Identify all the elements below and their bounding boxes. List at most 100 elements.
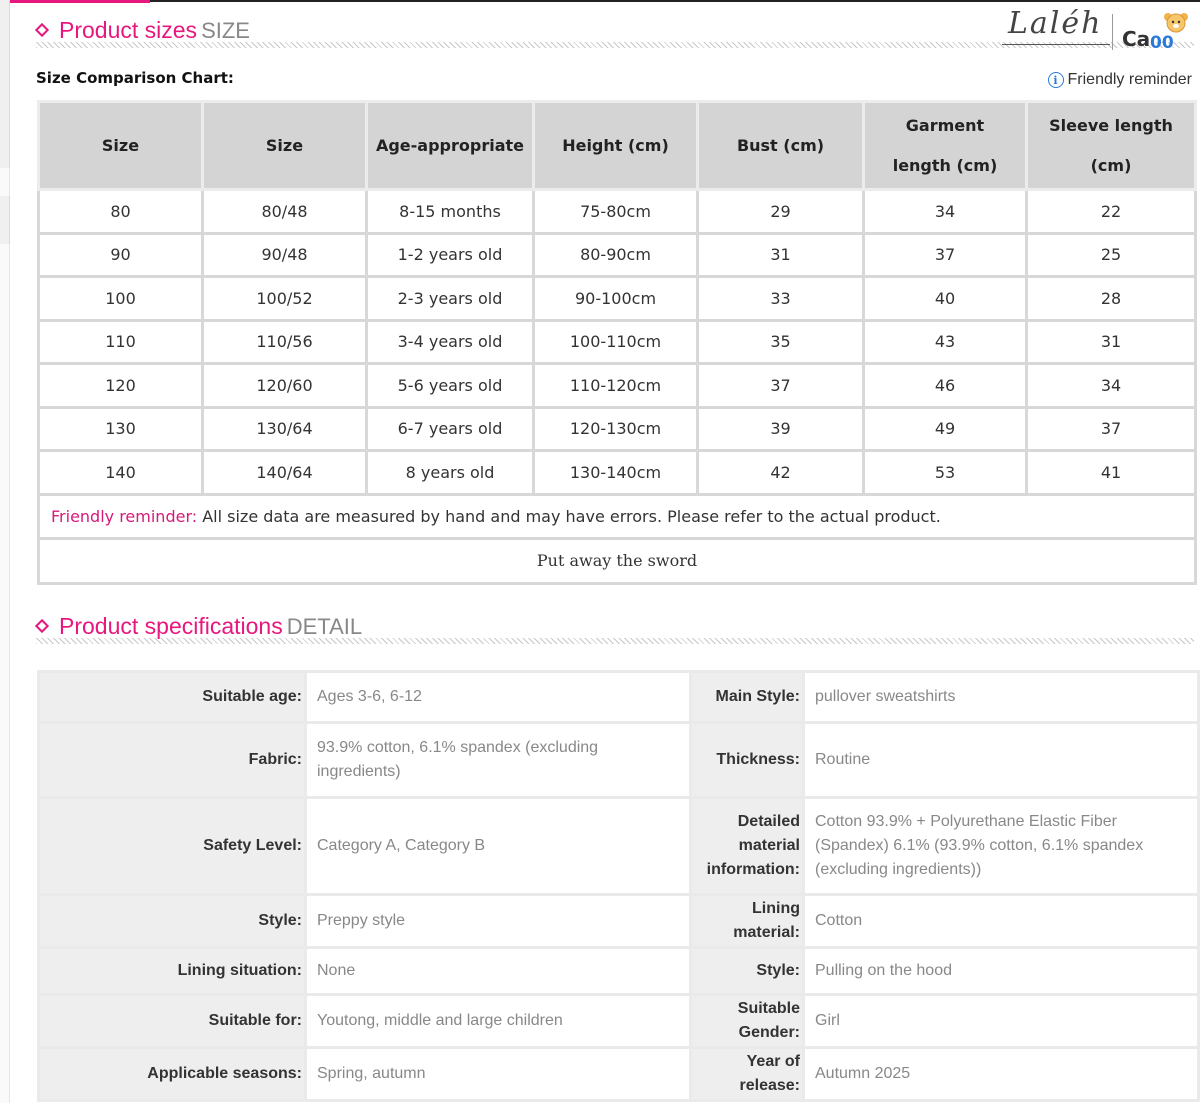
table-cell: 80	[37, 188, 204, 235]
diamond-icon	[34, 22, 50, 38]
spec-section-header: Product specifications DETAIL	[34, 604, 1194, 644]
spec-value: Autumn 2025	[805, 1049, 1197, 1099]
spec-value: Pulling on the hood	[805, 949, 1197, 993]
table-cell: 90	[37, 231, 204, 278]
left-panel-tab	[0, 0, 10, 168]
table-cell: 25	[1025, 231, 1197, 278]
note-label: Friendly reminder:	[51, 506, 198, 526]
spec-section-title-en: DETAIL	[286, 614, 363, 639]
size-table-header-row: Size Size Age-appropriate Height (cm) Bu…	[37, 100, 1197, 191]
table-cell: 2-3 years old	[365, 275, 535, 322]
spec-key: Fabric:	[40, 724, 304, 796]
spec-row: Lining situation: None Style: Pulling on th…	[40, 949, 1197, 993]
spec-key: Suitable age:	[40, 673, 304, 721]
table-cell: 140/64	[201, 449, 368, 496]
spec-key: Safety Level:	[40, 799, 304, 893]
table-cell: 110/56	[201, 318, 368, 365]
table-cell: 120-130cm	[532, 405, 699, 452]
bear-logo-icon: Ca 00	[1122, 13, 1188, 53]
table-cell: 6-7 years old	[365, 405, 535, 452]
size-comparison-table: Size Size Age-appropriate Height (cm) Bu…	[37, 100, 1197, 585]
table-cell: 53	[862, 449, 1028, 496]
spec-value: Youtong, middle and large children	[307, 996, 689, 1046]
spec-key: Suitable Gender:	[692, 996, 802, 1046]
table-cell: 22	[1025, 188, 1197, 235]
spec-value: Spring, autumn	[307, 1049, 689, 1099]
table-cell: 100	[37, 275, 204, 322]
table-cell: 39	[696, 405, 865, 452]
table-cell: 110	[37, 318, 204, 365]
size-note-row: Friendly reminder: All size data are mea…	[37, 492, 1197, 540]
table-cell: 43	[862, 318, 1028, 365]
table-cell: 120	[37, 362, 204, 409]
svg-text:00: 00	[1150, 33, 1174, 53]
top-rule	[10, 0, 1200, 3]
table-cell: 31	[1025, 318, 1197, 365]
spec-key: Year of release:	[692, 1049, 802, 1099]
spec-value: 93.9% cotton, 6.1% spandex (excluding in…	[307, 724, 689, 796]
table-cell: 34	[862, 188, 1028, 235]
spec-key: Main Style:	[692, 673, 802, 721]
spec-key: Style:	[40, 896, 304, 946]
table-cell: 90-100cm	[532, 275, 699, 322]
table-cell: 140	[37, 449, 204, 496]
top-rule-accent	[10, 0, 150, 3]
table-cell: 37	[1025, 405, 1197, 452]
header-age: Age-appropriate	[365, 100, 535, 191]
size-section-title-en: SIZE	[201, 18, 250, 43]
size-section-title-text: Product sizes	[59, 17, 198, 43]
spec-row: Applicable seasons: Spring, autumn Year of…	[40, 1049, 1197, 1099]
spec-row: Suitable age: Ages 3-6, 6-12 Main Style: pu…	[40, 673, 1197, 721]
spec-key: Lining material:	[692, 896, 802, 946]
spec-key: Style:	[692, 949, 802, 993]
size-footer-cell: Put away the sword	[37, 536, 1197, 585]
spec-section-title: Product specifications DETAIL	[59, 613, 362, 640]
table-cell: 130	[37, 405, 204, 452]
spec-value: Cotton	[805, 896, 1197, 946]
size-note-cell: Friendly reminder: All size data are mea…	[37, 492, 1197, 540]
table-cell: 110-120cm	[532, 362, 699, 409]
spec-key: Lining situation:	[40, 949, 304, 993]
header-sleeve-length: Sleeve length (cm)	[1025, 100, 1197, 191]
header-size: Size	[37, 100, 204, 191]
svg-text:Ca: Ca	[1122, 27, 1150, 51]
table-cell: 5-6 years old	[365, 362, 535, 409]
signature-logo: Laléh	[1008, 6, 1103, 41]
table-cell: 8 years old	[365, 449, 535, 496]
spec-value: Girl	[805, 996, 1197, 1046]
table-cell: 49	[862, 405, 1028, 452]
table-cell: 130/64	[201, 405, 368, 452]
spec-key: Thickness:	[692, 724, 802, 796]
friendly-reminder-link[interactable]: i Friendly reminder	[1047, 71, 1192, 89]
table-row: 110 110/56 3-4 years old 100-110cm 35 43 31	[37, 318, 1197, 365]
table-cell: 120/60	[201, 362, 368, 409]
table-row: 140 140/64 8 years old 130-140cm 42 53 41	[37, 449, 1197, 496]
spec-section-title-text: Product specifications	[59, 613, 283, 639]
table-cell: 1-2 years old	[365, 231, 535, 278]
spec-key: Applicable seasons:	[40, 1049, 304, 1099]
spec-value: Category A, Category B	[307, 799, 689, 893]
table-cell: 90/48	[201, 231, 368, 278]
table-cell: 130-140cm	[532, 449, 699, 496]
table-cell: 28	[1025, 275, 1197, 322]
brand-separator	[1112, 14, 1113, 50]
spec-value: Cotton 93.9% + Polyurethane Elastic Fibe…	[805, 799, 1197, 893]
spec-key: Suitable for:	[40, 996, 304, 1046]
header-height: Height (cm)	[532, 100, 699, 191]
spec-row: Fabric: 93.9% cotton, 6.1% spandex (exclu…	[40, 724, 1197, 796]
table-cell: 80-90cm	[532, 231, 699, 278]
spec-value: pullover sweatshirts	[805, 673, 1197, 721]
table-row: 100 100/52 2-3 years old 90-100cm 33 40 28	[37, 275, 1197, 322]
header-size-alt: Size	[201, 100, 368, 191]
left-edge-panel	[0, 0, 10, 1103]
table-cell: 41	[1025, 449, 1197, 496]
table-cell: 34	[1025, 362, 1197, 409]
spec-row: Style: Preppy style Lining material: Cotton	[40, 896, 1197, 946]
spec-row: Safety Level: Category A, Category B Detai…	[40, 799, 1197, 893]
table-cell: 3-4 years old	[365, 318, 535, 365]
size-chart-label: Size Comparison Chart:	[36, 69, 234, 87]
note-text: All size data are measured by hand and m…	[197, 506, 941, 526]
spec-value: None	[307, 949, 689, 993]
size-section-title: Product sizes SIZE	[59, 17, 250, 44]
info-icon: i	[1047, 72, 1064, 88]
